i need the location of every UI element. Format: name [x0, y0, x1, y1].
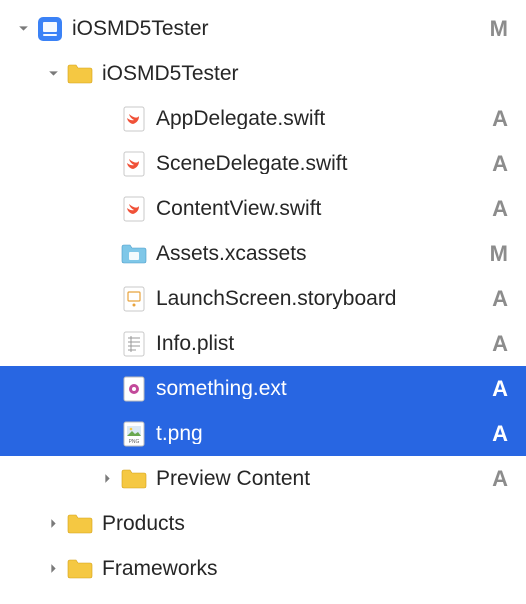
folder-icon — [120, 465, 148, 493]
tree-row-file[interactable]: LaunchScreen.storyboard A — [0, 276, 526, 321]
scm-status-badge: A — [484, 331, 508, 357]
tree-row-group[interactable]: Products — [0, 501, 526, 546]
swift-file-icon — [120, 150, 148, 178]
file-label: LaunchScreen.storyboard — [156, 288, 484, 309]
file-label: ContentView.swift — [156, 198, 484, 219]
swift-file-icon — [120, 105, 148, 133]
group-label: Products — [102, 513, 484, 534]
scm-status-badge: M — [484, 16, 508, 42]
scm-status-badge: A — [484, 286, 508, 312]
scm-status-badge: A — [484, 466, 508, 492]
storyboard-file-icon — [120, 285, 148, 313]
chevron-right-icon[interactable] — [44, 515, 62, 533]
group-label: Frameworks — [102, 558, 484, 579]
chevron-right-icon[interactable] — [44, 560, 62, 578]
scm-status-badge: A — [484, 106, 508, 132]
file-label: something.ext — [156, 378, 484, 399]
generic-file-icon — [120, 375, 148, 403]
tree-row-file[interactable]: something.ext A — [0, 366, 526, 411]
plist-file-icon — [120, 330, 148, 358]
project-icon — [36, 15, 64, 43]
tree-row-file[interactable]: Assets.xcassets M — [0, 231, 526, 276]
tree-row-file[interactable]: SceneDelegate.swift A — [0, 141, 526, 186]
tree-row-file[interactable]: Info.plist A — [0, 321, 526, 366]
tree-row-group[interactable]: Preview Content A — [0, 456, 526, 501]
tree-row-group[interactable]: Frameworks — [0, 546, 526, 591]
file-label: Assets.xcassets — [156, 243, 484, 264]
file-label: SceneDelegate.swift — [156, 153, 484, 174]
tree-row-group[interactable]: iOSMD5Tester — [0, 51, 526, 96]
chevron-down-icon[interactable] — [44, 65, 62, 83]
scm-status-badge: A — [484, 151, 508, 177]
png-file-icon: PNG — [120, 420, 148, 448]
file-label: AppDelegate.swift — [156, 108, 484, 129]
group-label: iOSMD5Tester — [102, 63, 484, 84]
scm-status-badge: A — [484, 376, 508, 402]
tree-row-project[interactable]: iOSMD5Tester M — [0, 6, 526, 51]
folder-icon — [66, 510, 94, 538]
project-label: iOSMD5Tester — [72, 18, 484, 39]
tree-row-file[interactable]: AppDelegate.swift A — [0, 96, 526, 141]
scm-status-badge: A — [484, 196, 508, 222]
svg-text:PNG: PNG — [129, 439, 140, 445]
tree-row-file[interactable]: PNG t.png A — [0, 411, 526, 456]
assets-folder-icon — [120, 240, 148, 268]
file-label: Info.plist — [156, 333, 484, 354]
scm-status-badge: M — [484, 241, 508, 267]
chevron-down-icon[interactable] — [14, 20, 32, 38]
folder-icon — [66, 555, 94, 583]
swift-file-icon — [120, 195, 148, 223]
folder-icon — [66, 60, 94, 88]
group-label: Preview Content — [156, 468, 484, 489]
scm-status-badge: A — [484, 421, 508, 447]
project-navigator: iOSMD5Tester M iOSMD5Tester AppDelegate.… — [0, 0, 526, 591]
chevron-right-icon[interactable] — [98, 470, 116, 488]
tree-row-file[interactable]: ContentView.swift A — [0, 186, 526, 231]
file-label: t.png — [156, 423, 484, 444]
